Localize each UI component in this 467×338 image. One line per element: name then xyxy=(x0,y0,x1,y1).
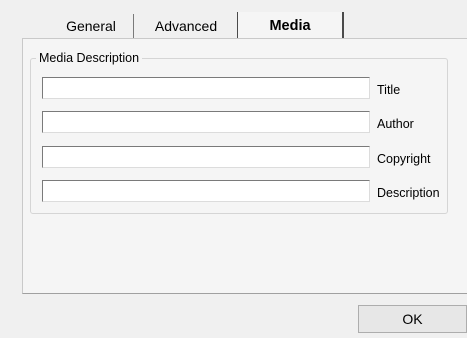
copyright-label: Copyright xyxy=(377,152,431,166)
media-description-group: Media Description Title Author Copyright… xyxy=(30,50,448,214)
author-label: Author xyxy=(377,117,414,131)
description-label: Description xyxy=(377,186,440,200)
media-tab-panel: Media Description Title Author Copyright… xyxy=(22,38,467,294)
title-input[interactable] xyxy=(42,77,370,99)
tab-general[interactable]: General xyxy=(48,14,134,38)
author-input[interactable] xyxy=(42,111,370,133)
description-input[interactable] xyxy=(42,180,370,202)
tab-strip: General Advanced Media xyxy=(0,0,467,40)
copyright-input[interactable] xyxy=(42,146,370,168)
ok-button[interactable]: OK xyxy=(358,305,467,333)
tab-media[interactable]: Media xyxy=(238,12,342,40)
title-label: Title xyxy=(377,83,401,97)
group-legend: Media Description xyxy=(36,50,143,66)
tab-divider xyxy=(342,12,344,40)
tab-advanced[interactable]: Advanced xyxy=(134,14,238,38)
media-properties-window: General Advanced Media Media Description… xyxy=(0,0,467,338)
